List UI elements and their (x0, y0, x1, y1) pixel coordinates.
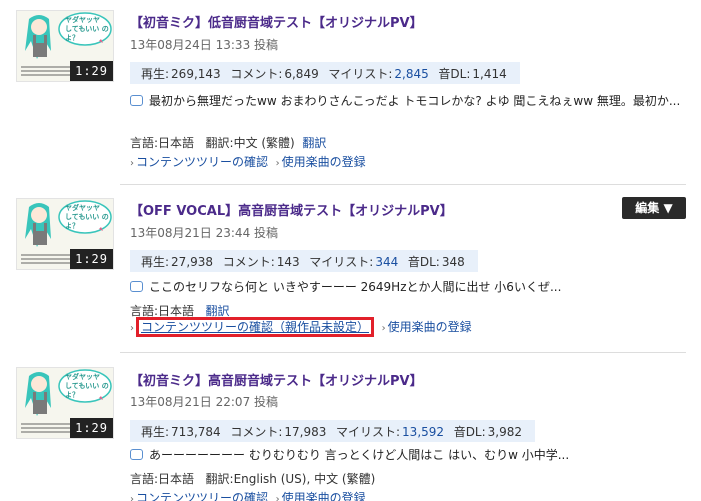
stats-bar: 再生: 269,143 コメント: 6,849 マイリスト: 2,845 音DL: 1,… (130, 62, 520, 84)
comment-text: 最初から無理だったww おまわりさんこっだよ トモコレかな? よゆ 聞こえねぇw… (149, 94, 681, 108)
video-duration: 1:29 (70, 249, 113, 269)
chevron-right-icon: › (130, 494, 134, 501)
thumb-caption: ヤダヤッヤ してもいい のよ？ (65, 16, 109, 42)
register-music-link[interactable]: 使用楽曲の登録 (282, 155, 366, 169)
divider (120, 352, 686, 353)
play-count: 269,143 (171, 67, 221, 81)
play-label: 再生: (141, 67, 170, 81)
tool-links: › コンテンツツリーの確認 › 使用楽曲の登録 (130, 153, 366, 170)
comment-icon (130, 281, 143, 292)
latest-comments: あーーーーーーー むりむりむり 言っとくけど人間はこ はい、むりw 小中学... (130, 446, 686, 465)
stats-bar: 再生: 27,938 コメント: 143 マイリスト: 344 音DL: 348 (130, 250, 478, 272)
video-duration: 1:29 (70, 418, 113, 438)
video-title-link[interactable]: 【初音ミク】高音厨音域テスト【オリジナルPV】 (130, 370, 423, 389)
chevron-right-icon: › (275, 158, 280, 169)
trans-value: 中文 (繁體) (233, 136, 295, 150)
register-music-link[interactable]: 使用楽曲の登録 (388, 320, 472, 334)
comment-count: 17,983 (284, 425, 327, 439)
content-tree-link[interactable]: コンテンツツリーの確認 (136, 491, 268, 501)
latest-comments: 最初から無理だったww おまわりさんこっだよ トモコレかな? よゆ 聞こえねぇw… (130, 92, 686, 111)
comment-label: コメント: (222, 255, 275, 269)
trans-label: 翻訳: (205, 136, 234, 150)
content-tree-link[interactable]: コンテンツツリーの確認（親作品未設定） (136, 317, 375, 337)
comment-count: 143 (276, 255, 300, 269)
content-tree-link[interactable]: コンテンツツリーの確認 (136, 155, 268, 169)
comment-text: あーーーーーーー むりむりむり 言っとくけど人間はこ はい、むりw 小中学... (149, 448, 570, 462)
divider (120, 184, 686, 185)
tool-links: › コンテンツツリーの確認（親作品未設定） › 使用楽曲の登録 (130, 317, 472, 337)
comment-icon (130, 449, 143, 460)
dl-label: 音DL: (453, 425, 486, 439)
video-thumbnail[interactable]: ヤダヤッヤ してもいい のよ？ 1:29 (16, 198, 114, 270)
play-count: 27,938 (171, 255, 214, 269)
thumb-caption: ヤダヤッヤ してもいい のよ？ (65, 373, 109, 399)
thumb-caption: ヤダヤッヤ してもいい のよ？ (65, 204, 109, 230)
video-duration: 1:29 (70, 61, 113, 81)
lang-value: 日本語 (158, 136, 195, 150)
mylist-count-link[interactable]: 2,845 (394, 67, 428, 81)
chevron-right-icon: › (381, 323, 386, 334)
latest-comments: ここのセリフなら何と いきやすーーー 2649Hzとか人間に出せ 小6いくぜ..… (130, 278, 686, 297)
post-date: 13年08月21日 23:44 投稿 (130, 226, 279, 240)
translate-link[interactable]: 翻訳 (302, 136, 326, 150)
chevron-right-icon: › (130, 158, 134, 169)
comment-label: コメント: (230, 67, 283, 81)
video-thumbnail[interactable]: ヤダヤッヤ してもいい のよ？ 1:29 (16, 10, 114, 82)
comment-label: コメント: (230, 425, 283, 439)
language-row: 言語:日本語 翻訳:English (US), 中文 (繁體) (130, 470, 375, 487)
register-music-link[interactable]: 使用楽曲の登録 (282, 491, 366, 501)
dl-count: 3,982 (487, 425, 523, 439)
dl-count: 348 (441, 255, 465, 269)
lang-label: 言語: (130, 136, 159, 150)
stats-bar: 再生: 713,784 コメント: 17,983 マイリスト: 13,592 音DL:… (130, 420, 536, 442)
mylist-label: マイリスト: (328, 67, 393, 81)
edit-dropdown-button[interactable]: 編集 ▼ (622, 197, 686, 219)
trans-value: English (US), 中文 (繁體) (233, 472, 376, 486)
post-date: 13年08月21日 22:07 投稿 (130, 395, 279, 409)
comment-count: 6,849 (284, 67, 319, 81)
video-thumbnail[interactable]: ヤダヤッヤ してもいい のよ？ 1:29 (16, 367, 114, 439)
trans-label: 翻訳: (205, 472, 234, 486)
chevron-right-icon: › (130, 323, 134, 334)
dl-count: 1,414 (472, 67, 507, 81)
translate-link[interactable]: 翻訳 (206, 304, 230, 318)
mylist-count-link[interactable]: 344 (375, 255, 398, 269)
language-row: 言語:日本語 翻訳:中文 (繁體) 翻訳 (130, 134, 326, 151)
mylist-label: マイリスト: (336, 425, 401, 439)
tool-links: › コンテンツツリーの確認 › 使用楽曲の登録 (130, 489, 366, 501)
lang-value: 日本語 (158, 472, 195, 486)
play-count: 713,784 (171, 425, 221, 439)
comment-text: ここのセリフなら何と いきやすーーー 2649Hzとか人間に出せ 小6いくぜ..… (149, 280, 562, 294)
mylist-count-link[interactable]: 13,592 (402, 425, 444, 439)
chevron-right-icon: › (275, 494, 280, 501)
dl-label: 音DL: (407, 255, 440, 269)
lang-label: 言語: (130, 472, 159, 486)
lang-label: 言語: (130, 304, 159, 318)
dl-label: 音DL: (438, 67, 471, 81)
video-title-link[interactable]: 【初音ミク】低音厨音域テスト【オリジナルPV】 (130, 12, 423, 31)
lang-value: 日本語 (158, 304, 195, 318)
video-title-link[interactable]: 【OFF VOCAL】高音厨音域テスト【オリジナルPV】 (130, 200, 453, 219)
comment-icon (130, 95, 143, 106)
mylist-label: マイリスト: (309, 255, 374, 269)
play-label: 再生: (141, 425, 170, 439)
play-label: 再生: (141, 255, 170, 269)
post-date: 13年08月24日 13:33 投稿 (130, 38, 279, 52)
